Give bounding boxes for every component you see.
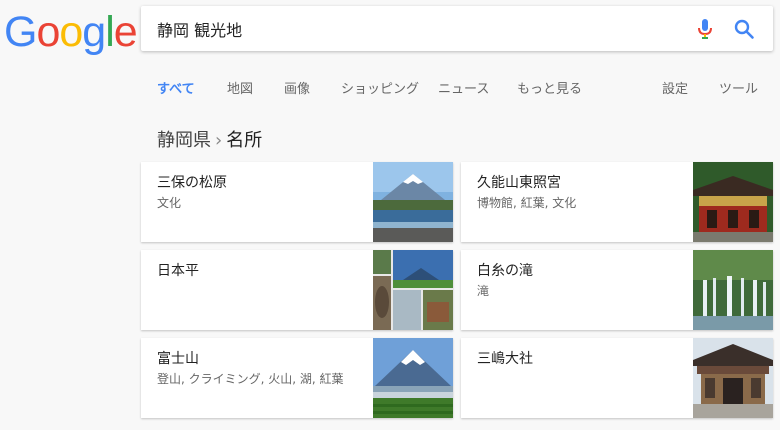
place-subtitle: 博物館, 紅葉, 文化 xyxy=(477,196,577,210)
place-card[interactable]: 久能山東照宮 博物館, 紅葉, 文化 xyxy=(461,162,773,242)
waterfall-thumbnail xyxy=(693,250,773,330)
tab-maps[interactable]: 地図 xyxy=(227,78,253,97)
logo-letter: o xyxy=(59,8,83,56)
google-logo[interactable]: Google xyxy=(4,8,138,56)
place-name: 三保の松原 xyxy=(157,175,227,191)
tab-shopping[interactable]: ショッピング xyxy=(341,78,419,97)
logo-letter: e xyxy=(113,8,138,56)
search-tabs: すべて 地図 画像 ショッピング ニュース もっと見る 設定 ツール xyxy=(0,78,780,98)
place-subtitle: 滝 xyxy=(477,284,490,298)
place-card[interactable]: 富士山 登山, クライミング, 火山, 湖, 紅葉 xyxy=(141,338,453,418)
mount-fuji-over-sea-thumbnail xyxy=(373,162,453,242)
search-input[interactable] xyxy=(157,6,677,51)
breadcrumb-separator: › xyxy=(215,130,223,151)
mount-fuji-fields-thumbnail xyxy=(373,338,453,418)
place-name: 富士山 xyxy=(157,351,199,367)
tab-more[interactable]: もっと見る xyxy=(517,78,582,97)
red-shrine-thumbnail xyxy=(693,162,773,242)
place-subtitle: 文化 xyxy=(157,196,182,210)
place-name: 日本平 xyxy=(157,263,199,279)
breadcrumb-parent[interactable]: 静岡県 xyxy=(157,130,211,151)
tab-settings[interactable]: 設定 xyxy=(662,78,688,97)
breadcrumb-current: 名所 xyxy=(226,130,263,151)
tab-images[interactable]: 画像 xyxy=(284,78,310,97)
logo-letter: l xyxy=(105,8,115,56)
tab-tools[interactable]: ツール xyxy=(719,78,758,97)
logo-letter: g xyxy=(82,8,106,56)
place-card[interactable]: 日本平 xyxy=(141,250,453,330)
tab-news[interactable]: ニュース xyxy=(438,78,489,97)
place-card[interactable]: 三嶋大社 xyxy=(461,338,773,418)
logo-letter: G xyxy=(4,8,37,56)
breadcrumb: 静岡県 › 名所 xyxy=(157,126,262,152)
place-subtitle: 登山, クライミング, 火山, 湖, 紅葉 xyxy=(157,372,344,386)
place-card[interactable]: 三保の松原 文化 xyxy=(141,162,453,242)
place-name: 白糸の滝 xyxy=(477,263,533,279)
search-box xyxy=(141,6,773,51)
magnifier-icon[interactable] xyxy=(733,18,755,40)
nihondaira-collage-thumbnail xyxy=(373,250,453,330)
place-card[interactable]: 白糸の滝 滝 xyxy=(461,250,773,330)
place-name: 久能山東照宮 xyxy=(477,175,561,191)
logo-letter: o xyxy=(36,8,60,56)
microphone-icon[interactable] xyxy=(695,18,715,40)
shrine-gate-thumbnail xyxy=(693,338,773,418)
tab-all[interactable]: すべて xyxy=(157,78,195,97)
place-name: 三嶋大社 xyxy=(477,351,533,367)
